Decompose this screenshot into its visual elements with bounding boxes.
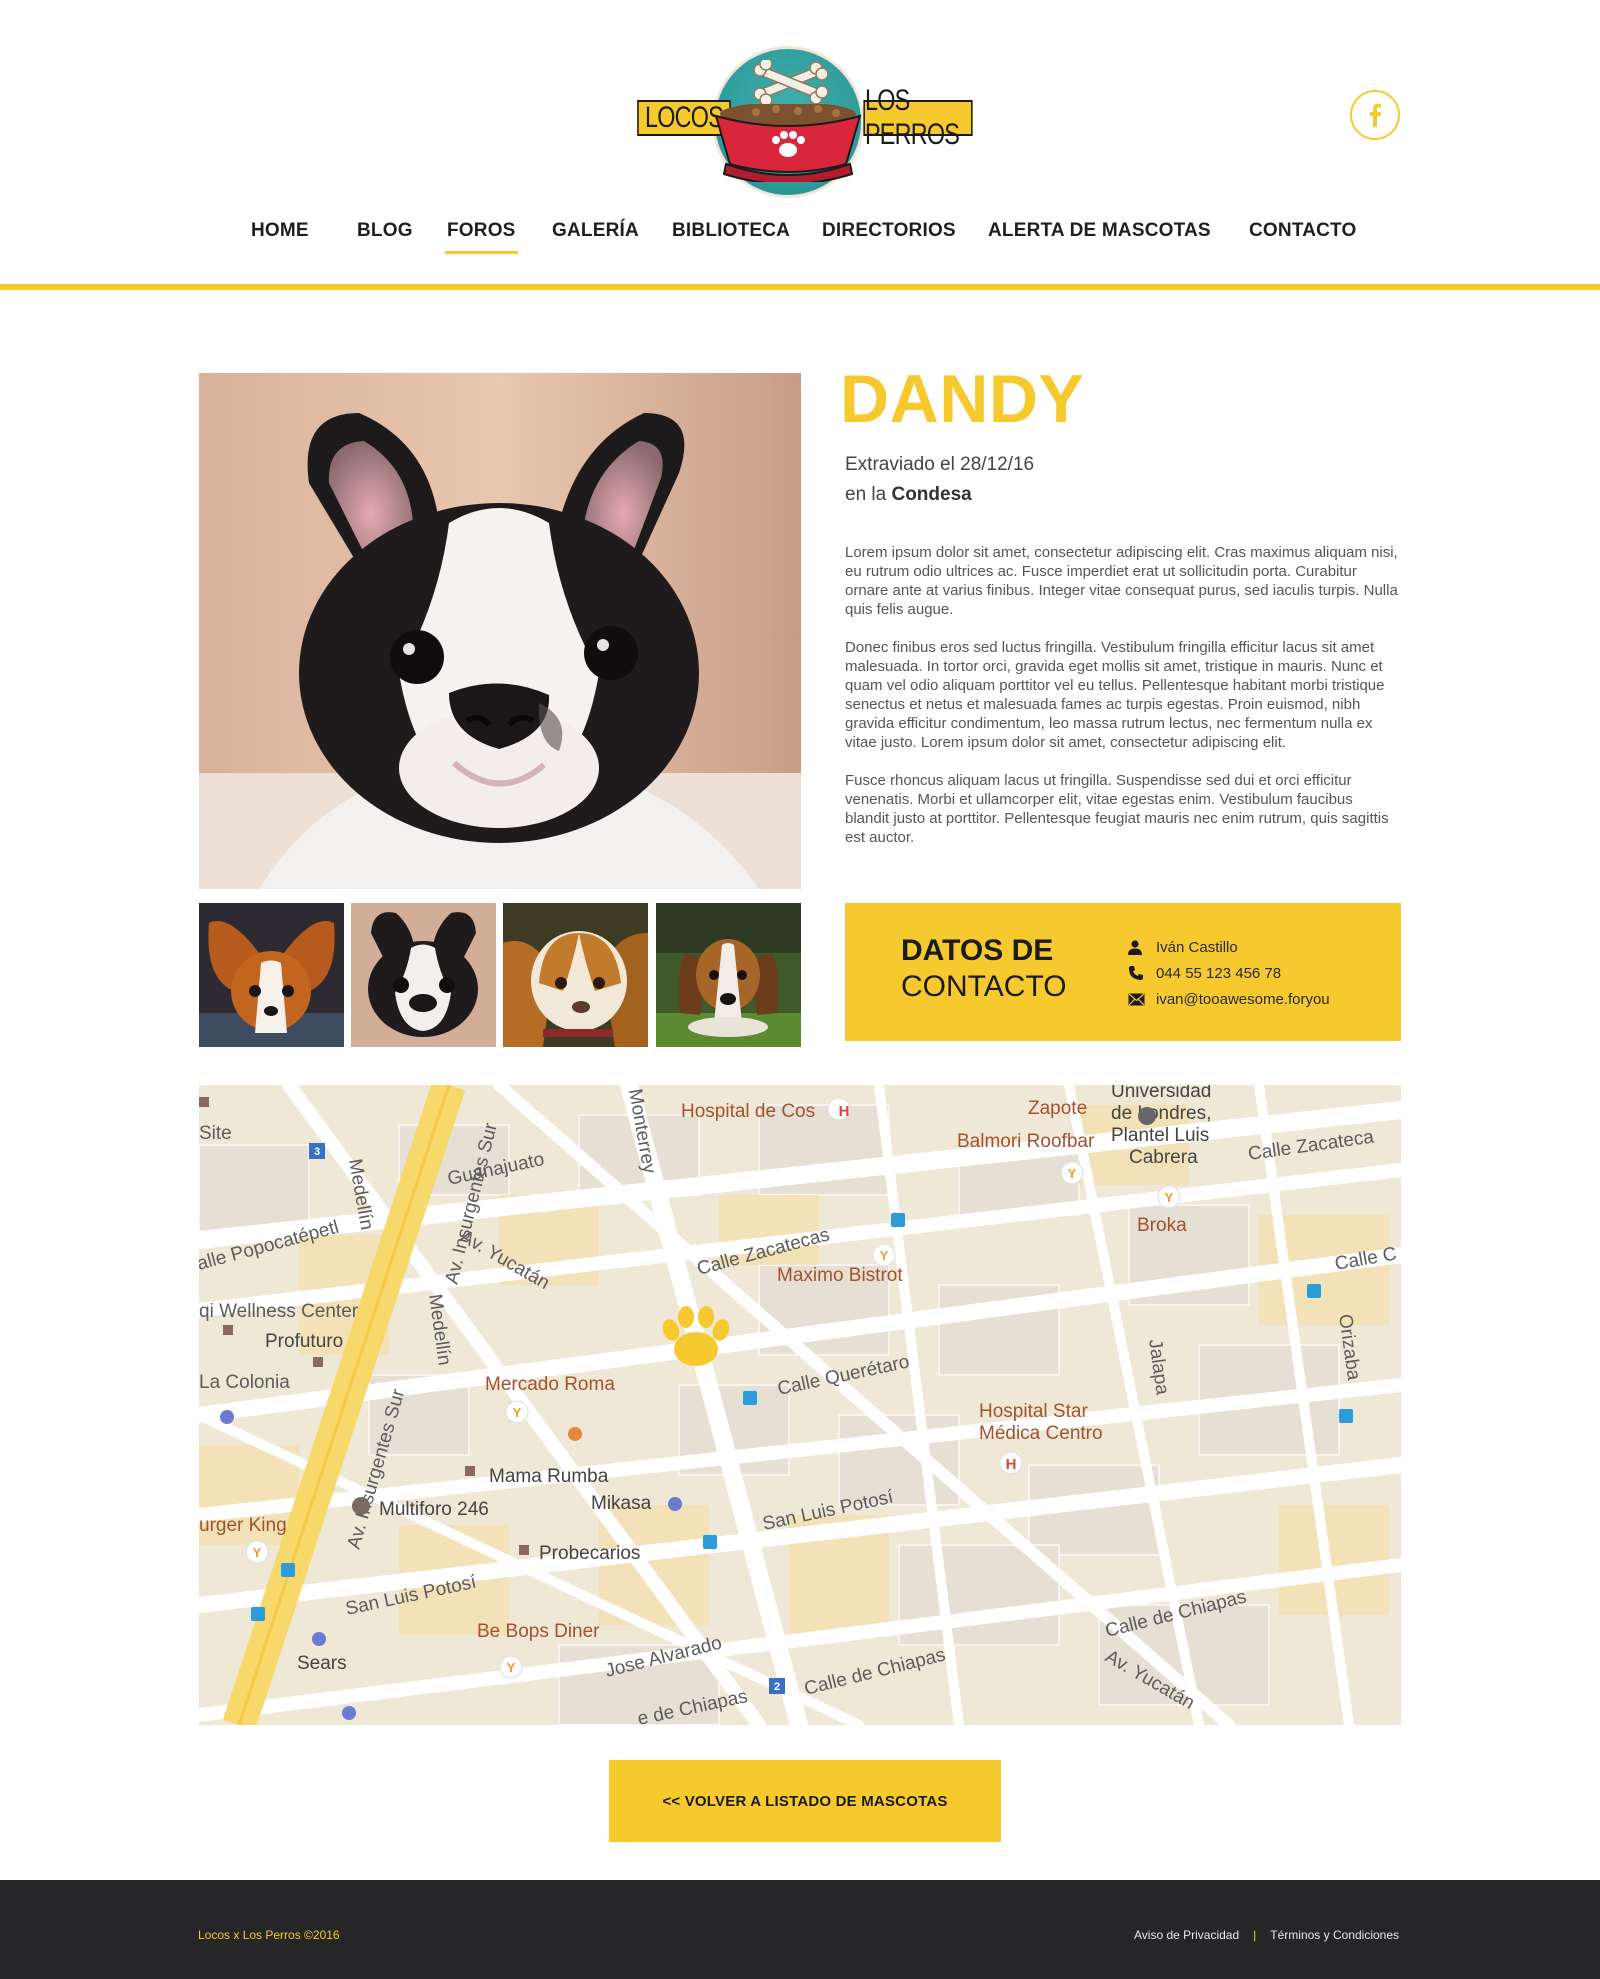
svg-text:Y: Y xyxy=(880,1248,889,1263)
beagle-photo xyxy=(656,903,801,1047)
map-label: qi Wellness Center xyxy=(199,1301,359,1322)
description-paragraph: Donec finibus eros sed luctus fringilla.… xyxy=(845,639,1385,751)
contact-phone-row[interactable]: 044 55 123 456 78 xyxy=(1128,960,1330,986)
back-to-list-button[interactable]: << VOLVER A LISTADO DE MASCOTAS xyxy=(609,1760,1001,1842)
metro-line-2: 2 xyxy=(774,1681,780,1693)
mail-icon xyxy=(1128,993,1156,1006)
papillon-photo xyxy=(199,903,344,1047)
map-place: Multiforo 246 xyxy=(379,1499,489,1520)
dog-bowl-icon xyxy=(714,104,862,182)
map-place: Sears xyxy=(297,1653,347,1674)
map-place: Mikasa xyxy=(591,1493,652,1514)
map-place: Universidad xyxy=(1111,1085,1211,1102)
pet-thumbnail[interactable] xyxy=(503,903,648,1047)
map-place: urger King xyxy=(199,1515,287,1536)
contact-title-light: CONTACTO xyxy=(901,970,1067,1003)
svg-text:Y: Y xyxy=(1165,1190,1174,1205)
contact-email-row[interactable]: ivan@tooawesome.foryou xyxy=(1128,986,1330,1012)
nav-alerta-mascotas[interactable]: ALERTA DE MASCOTAS xyxy=(988,220,1211,242)
map-place: Be Bops Diner xyxy=(477,1621,600,1642)
french-bulldog-photo xyxy=(199,373,801,889)
contact-title: DATOS DE CONTACTO xyxy=(901,933,1067,1005)
nav-biblioteca[interactable]: BIBLIOTECA xyxy=(672,220,790,242)
svg-text:H: H xyxy=(1006,1456,1017,1473)
site-header: LOCOS LOS PERROS HOME BLOG FOROS GALERÍA… xyxy=(0,0,1600,290)
map-label: La Colonia xyxy=(199,1372,290,1393)
french-bulldog-thumb-photo xyxy=(351,903,496,1047)
site-footer: Locos x Los Perros ©2016 Aviso de Privac… xyxy=(0,1880,1600,1979)
location-label: en la xyxy=(845,484,887,505)
contact-name: Iván Castillo xyxy=(1156,938,1238,956)
nav-blog[interactable]: BLOG xyxy=(357,220,413,242)
pet-lost-info: Extraviado el 28/12/16 en la Condesa xyxy=(845,450,1034,510)
contact-card: DATOS DE CONTACTO Iván Castillo 044 55 1… xyxy=(845,903,1401,1041)
pet-name: DANDY xyxy=(840,361,1085,437)
footer-links: Aviso de Privacidad | Términos y Condici… xyxy=(1134,1928,1399,1942)
contact-email[interactable]: ivan@tooawesome.foryou xyxy=(1156,991,1330,1008)
map-place: Probecarios xyxy=(539,1543,640,1564)
footer-copyright: Locos x Los Perros ©2016 xyxy=(198,1928,340,1942)
nav-galeria[interactable]: GALERÍA xyxy=(552,220,639,242)
map-place: Cabrera xyxy=(1129,1147,1198,1168)
svg-text:Y: Y xyxy=(507,1660,516,1675)
main-nav: HOME BLOG FOROS GALERÍA BIBLIOTECA DIREC… xyxy=(0,220,1600,260)
site-logo[interactable]: LOCOS LOS PERROS xyxy=(632,42,974,204)
contact-list: Iván Castillo 044 55 123 456 78 ivan@too… xyxy=(1128,934,1330,1012)
nav-contacto[interactable]: CONTACTO xyxy=(1249,220,1357,242)
map-place: Maximo Bistrot xyxy=(777,1265,903,1286)
facebook-icon xyxy=(1370,103,1381,127)
pet-description: Lorem ipsum dolor sit amet, consectetur … xyxy=(845,543,1401,866)
map-label: Site xyxy=(199,1123,232,1144)
user-icon xyxy=(1128,939,1156,955)
svg-text:Y: Y xyxy=(253,1545,262,1560)
phone-icon xyxy=(1128,965,1156,981)
svg-text:Y: Y xyxy=(513,1405,522,1420)
svg-text:Y: Y xyxy=(1068,1166,1077,1181)
terms-link[interactable]: Términos y Condiciones xyxy=(1270,1928,1399,1942)
map-place: Hospital de Cos xyxy=(681,1101,815,1122)
contact-name-row: Iván Castillo xyxy=(1128,934,1330,960)
nav-foros[interactable]: FOROS xyxy=(445,220,518,254)
nav-home[interactable]: HOME xyxy=(251,220,309,242)
facebook-button[interactable] xyxy=(1350,90,1400,140)
contact-phone[interactable]: 044 55 123 456 78 xyxy=(1156,965,1281,982)
map-place: Médica Centro xyxy=(979,1423,1103,1444)
map-place: de Londres, xyxy=(1111,1103,1211,1124)
privacy-link[interactable]: Aviso de Privacidad xyxy=(1134,1928,1239,1942)
nav-directorios[interactable]: DIRECTORIOS xyxy=(822,220,956,242)
description-paragraph: Fusce rhoncus aliquam lacus ut fringilla… xyxy=(845,772,1389,846)
map-place: Zapote xyxy=(1028,1098,1087,1119)
pet-thumbnail[interactable] xyxy=(351,903,496,1047)
pet-main-photo[interactable] xyxy=(199,373,801,889)
description-paragraph: Lorem ipsum dolor sit amet, consectetur … xyxy=(845,544,1398,618)
map-place: Balmori Roofbar xyxy=(957,1131,1095,1152)
lost-date: 28/12/16 xyxy=(960,454,1035,475)
footer-separator: | xyxy=(1253,1928,1257,1942)
lost-label: Extraviado el xyxy=(845,454,955,475)
metro-line-3: 3 xyxy=(314,1146,320,1158)
map-place: Plantel Luis xyxy=(1111,1125,1209,1146)
map-place: Mercado Roma xyxy=(485,1374,615,1395)
spaniel-puppy-photo xyxy=(503,903,648,1047)
header-divider xyxy=(0,284,1600,290)
pet-thumbnail[interactable] xyxy=(199,903,344,1047)
bone-icon xyxy=(753,60,829,106)
map-place: Mama Rumba xyxy=(489,1466,609,1487)
map-place: Broka xyxy=(1137,1215,1187,1236)
contact-title-bold: DATOS DE xyxy=(901,934,1054,967)
location-map[interactable]: Site Medellín Guanajuato Monterrey Calle… xyxy=(199,1085,1401,1725)
pet-thumbnail[interactable] xyxy=(656,903,801,1047)
svg-text:H: H xyxy=(839,1103,850,1120)
map-place: Profuturo xyxy=(265,1331,343,1352)
lost-location: Condesa xyxy=(891,484,972,505)
map-place: Hospital Star xyxy=(979,1401,1088,1422)
